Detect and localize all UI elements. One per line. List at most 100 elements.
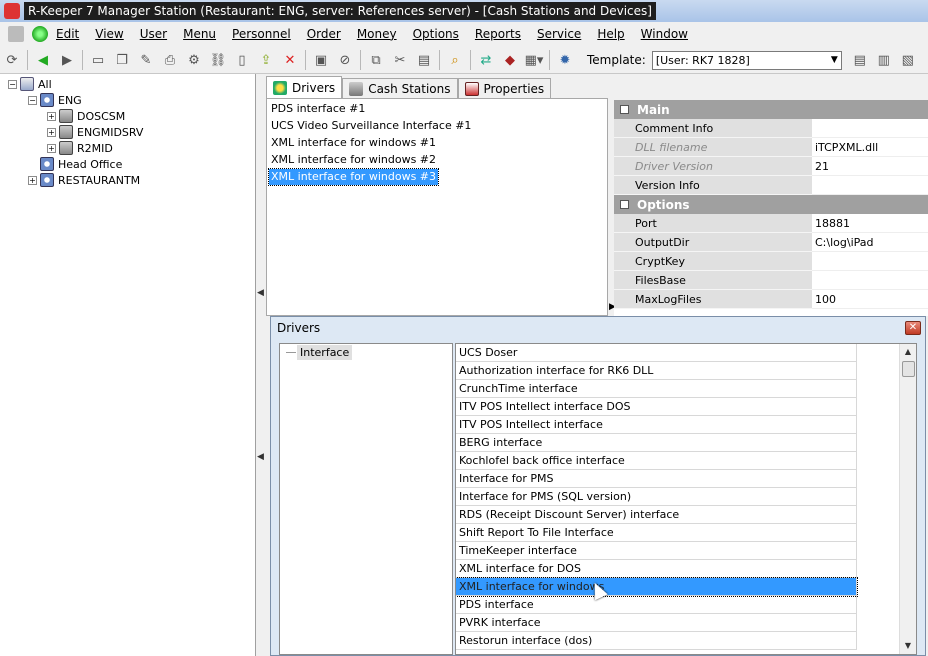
app-menu-icon[interactable]: [8, 26, 24, 42]
chevron-left-icon[interactable]: ◀: [257, 452, 264, 462]
tab-drivers[interactable]: Drivers: [266, 76, 343, 98]
list-item[interactable]: Authorization interface for RK6 DLL: [456, 362, 857, 380]
template-delete-icon[interactable]: ▧: [898, 50, 918, 70]
edit-icon[interactable]: ✎: [136, 50, 156, 70]
list-item[interactable]: Interface for PMS (SQL version): [456, 488, 857, 506]
list-item[interactable]: PVRK interface: [456, 614, 857, 632]
property-row[interactable]: MaxLogFiles 100: [614, 290, 928, 309]
tree-node-eng[interactable]: − ENG: [28, 92, 82, 108]
tree-node-interface[interactable]: Interface: [297, 345, 353, 360]
list-item[interactable]: XML interface for DOS: [456, 560, 857, 578]
link-icon[interactable]: ⛓: [208, 50, 228, 70]
driver-item-selected[interactable]: XML interface for windows #3: [267, 168, 440, 186]
menu-personnel[interactable]: Personnel: [224, 27, 299, 41]
menu-menu[interactable]: Menu: [175, 27, 224, 41]
menu-money[interactable]: Money: [349, 27, 405, 41]
export-icon[interactable]: ⇪: [256, 50, 276, 70]
expand-icon[interactable]: +: [28, 175, 37, 185]
template-apply-icon[interactable]: ▥: [874, 50, 894, 70]
list-item-selected[interactable]: XML interface for windows: [456, 577, 858, 597]
property-value[interactable]: 18881: [812, 214, 928, 233]
list-item[interactable]: RDS (Receipt Discount Server) interface: [456, 506, 857, 524]
vertical-scrollbar[interactable]: ▲ ▼: [899, 344, 916, 654]
property-row[interactable]: Comment Info: [614, 119, 928, 138]
expand-icon[interactable]: +: [47, 143, 56, 153]
copy-item-icon[interactable]: ❐: [112, 50, 132, 70]
driver-item[interactable]: PDS interface #1: [269, 101, 367, 117]
list-item[interactable]: Shift Report To File Interface: [456, 524, 857, 542]
property-row[interactable]: Port 18881: [614, 214, 928, 233]
expand-icon[interactable]: +: [47, 111, 56, 121]
menu-edit[interactable]: Edit: [48, 27, 87, 41]
list-item[interactable]: TimeKeeper interface: [456, 542, 857, 560]
driver-item[interactable]: XML interface for windows #2: [269, 152, 438, 168]
search-icon[interactable]: ⌕: [445, 50, 465, 70]
collapse-icon[interactable]: −: [8, 79, 17, 89]
property-value[interactable]: [812, 119, 928, 138]
tree-node-doscsm[interactable]: + DOSCSM: [47, 108, 125, 124]
tools-icon[interactable]: ⚙: [184, 50, 204, 70]
list-item[interactable]: ITV POS Intellect interface: [456, 416, 857, 434]
cut-icon[interactable]: ✂: [390, 50, 410, 70]
chevron-down-icon[interactable]: ▼: [831, 55, 838, 65]
category-options[interactable]: Options: [614, 195, 928, 214]
menu-options[interactable]: Options: [405, 27, 467, 41]
document-icon[interactable]: ▯: [232, 50, 252, 70]
list-item[interactable]: CrunchTime interface: [456, 380, 857, 398]
property-row[interactable]: OutputDir C:\log\iPad: [614, 233, 928, 252]
expand-icon[interactable]: +: [47, 127, 56, 137]
property-row[interactable]: DLL filename iTCPXML.dll: [614, 138, 928, 157]
list-item[interactable]: ITV POS Intellect interface DOS: [456, 398, 857, 416]
delete-icon[interactable]: ✕: [280, 50, 300, 70]
template-select[interactable]: [User: RK7 1828] ▼: [651, 50, 842, 70]
print-icon[interactable]: ⎙: [160, 50, 180, 70]
menu-view[interactable]: View: [87, 27, 131, 41]
paste-icon[interactable]: ▤: [414, 50, 434, 70]
driver-item[interactable]: XML interface for windows #1: [269, 135, 438, 151]
close-icon[interactable]: ✕: [905, 321, 921, 335]
save-icon[interactable]: ▣: [311, 50, 331, 70]
list-item[interactable]: Restorun interface (dos): [456, 632, 857, 650]
chevron-left-icon[interactable]: ◀: [257, 288, 264, 298]
collapse-icon[interactable]: −: [28, 95, 37, 105]
refresh-icon[interactable]: ⟳: [2, 50, 22, 70]
scroll-down-icon[interactable]: ▼: [900, 638, 916, 654]
property-row[interactable]: Version Info: [614, 176, 928, 195]
menu-order[interactable]: Order: [299, 27, 349, 41]
properties-icon[interactable]: ◆: [500, 50, 520, 70]
sync-icon[interactable]: ⇄: [476, 50, 496, 70]
tree-node-r2mid[interactable]: + R2MID: [47, 140, 113, 156]
menu-service[interactable]: Service: [529, 27, 589, 41]
settings-gear-icon[interactable]: ✹: [555, 50, 575, 70]
property-value[interactable]: 100: [812, 290, 928, 309]
vertical-splitter[interactable]: ◀ ◀: [256, 74, 264, 656]
list-item[interactable]: BERG interface: [456, 434, 857, 452]
property-value[interactable]: [812, 176, 928, 195]
tab-cash-stations[interactable]: Cash Stations: [342, 78, 458, 98]
forward-icon[interactable]: ▶: [57, 50, 77, 70]
menu-user[interactable]: User: [132, 27, 175, 41]
list-item[interactable]: Kochlofel back office interface: [456, 452, 857, 470]
tree-node-all[interactable]: − All: [8, 76, 52, 92]
scroll-up-icon[interactable]: ▲: [900, 344, 916, 360]
list-item[interactable]: Interface for PMS: [456, 470, 857, 488]
tree-node-head-office[interactable]: Head Office: [40, 156, 122, 172]
menu-window[interactable]: Window: [633, 27, 696, 41]
tree-node-restaurantm[interactable]: + RESTAURANTM: [28, 172, 140, 188]
collapse-icon[interactable]: [620, 200, 629, 209]
property-value[interactable]: [812, 252, 928, 271]
category-main[interactable]: Main: [614, 100, 928, 119]
property-row[interactable]: Driver Version 21: [614, 157, 928, 176]
collapse-icon[interactable]: [620, 105, 629, 114]
copy-icon[interactable]: ⧉: [366, 50, 386, 70]
menu-reports[interactable]: Reports: [467, 27, 529, 41]
cancel-icon[interactable]: ⊘: [335, 50, 355, 70]
tab-properties[interactable]: Properties: [457, 78, 552, 98]
property-value[interactable]: C:\log\iPad: [812, 233, 928, 252]
scroll-thumb[interactable]: [902, 361, 915, 377]
tree-node-engmidsrv[interactable]: + ENGMIDSRV: [47, 124, 143, 140]
new-icon[interactable]: ▭: [88, 50, 108, 70]
list-item[interactable]: PDS interface: [456, 596, 857, 614]
back-icon[interactable]: ◀: [33, 50, 53, 70]
view-mode-icon[interactable]: ▦▾: [524, 50, 544, 70]
